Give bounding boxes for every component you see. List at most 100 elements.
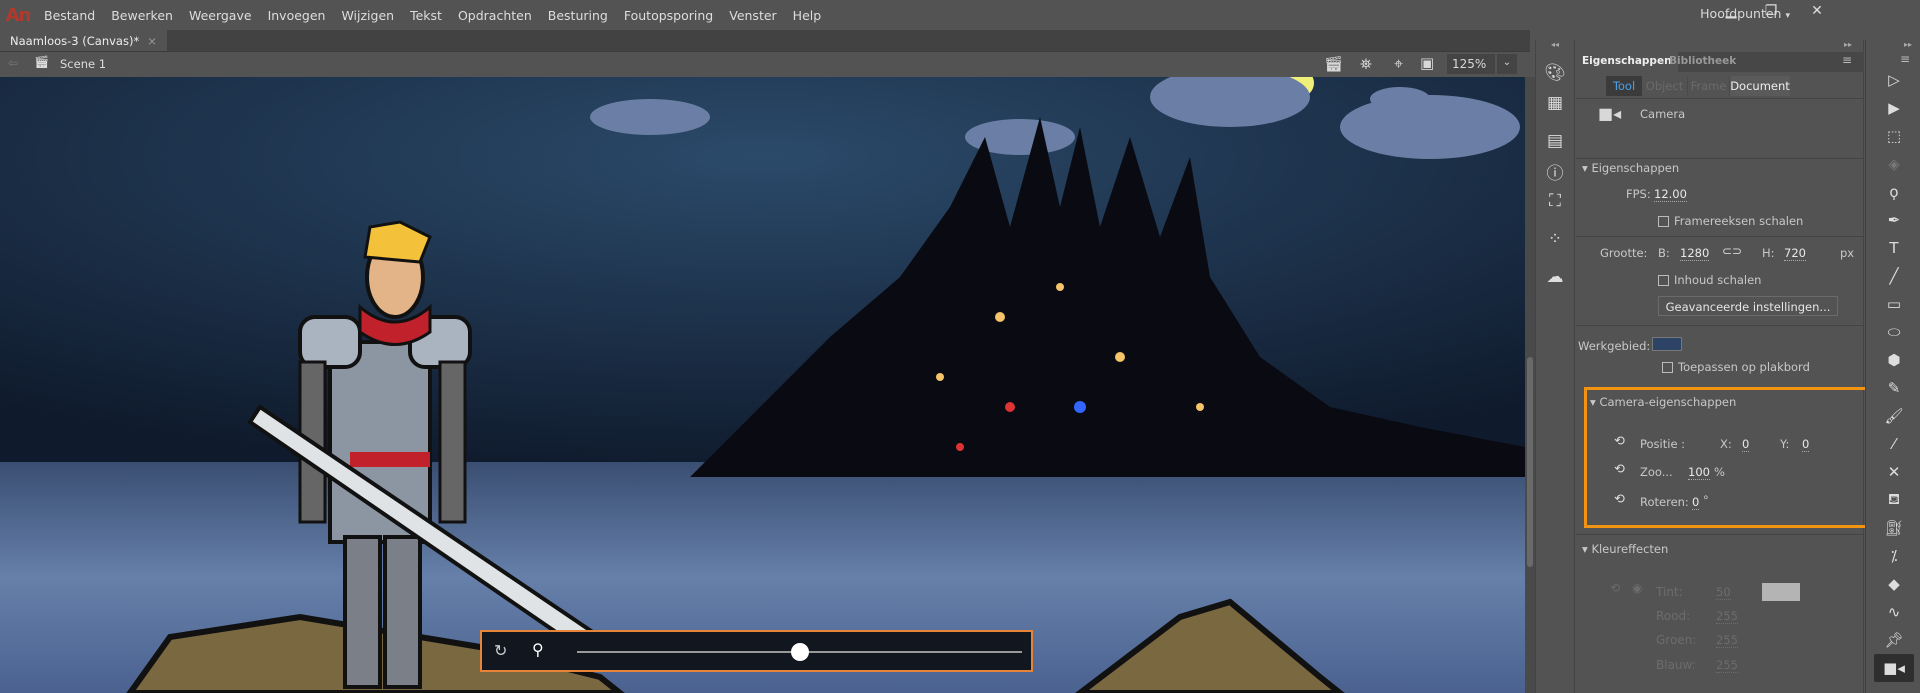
section-color-effects[interactable]: ▾ Kleureffecten (1582, 542, 1668, 556)
info-icon[interactable]: ⓘ (1536, 156, 1574, 186)
menu-bewerken[interactable]: Bewerken (103, 8, 181, 23)
menu-tekst[interactable]: Tekst (402, 8, 450, 23)
tools-menu-icon[interactable]: ≡ (1866, 52, 1920, 66)
stage-canvas[interactable]: ↻ ⚲ (0, 77, 1525, 693)
edit-scene-icon[interactable]: 🎬︎ (1324, 55, 1343, 73)
motion-presets-icon[interactable]: ⁘ (1536, 224, 1574, 254)
section-title: Camera-eigenschappen (1599, 395, 1737, 409)
red-label: Rood: (1656, 609, 1691, 623)
camera-zoom-icon[interactable]: ⚲ (532, 640, 544, 659)
link-icon[interactable]: ⊂⊃ (1722, 244, 1742, 258)
camera-zoom-input[interactable]: 100 (1688, 465, 1710, 480)
zoom-label: Zoo... (1640, 465, 1673, 479)
camera-rotate-icon[interactable]: ↻ (494, 641, 507, 660)
paint-brush-tool-icon[interactable]: 🖌︎ (1874, 402, 1914, 430)
camera-rotate-input[interactable]: 0 (1692, 495, 1700, 510)
reset-rotation-icon[interactable]: ⟲ (1614, 492, 1625, 507)
menu-wijzigen[interactable]: Wijzigen (333, 8, 402, 23)
center-stage-icon[interactable]: ⌖ (1394, 54, 1403, 74)
align-icon[interactable]: ▤ (1536, 126, 1574, 156)
tab-bibliotheek[interactable]: Bibliotheek (1669, 55, 1736, 67)
checkbox[interactable] (1658, 275, 1669, 286)
swatches-icon[interactable]: ▦ (1536, 88, 1574, 118)
advanced-settings-button[interactable]: Geavanceerde instellingen... (1658, 296, 1838, 316)
menu-besturing[interactable]: Besturing (540, 8, 616, 23)
bone-tool-icon[interactable]: ✕ (1874, 458, 1914, 486)
apply-pasteboard-checkbox[interactable]: Toepassen op plakbord (1662, 360, 1810, 374)
clip-content-icon[interactable]: ▣ (1420, 54, 1434, 72)
expand-icon[interactable]: ▸▸ (1576, 40, 1864, 52)
polystar-tool-icon[interactable]: ⬢ (1874, 346, 1914, 374)
width-input[interactable]: 1280 (1680, 246, 1710, 261)
subselection-tool-icon[interactable]: ▶ (1874, 94, 1914, 122)
scrollbar-thumb[interactable] (1527, 357, 1533, 567)
section-camera-properties[interactable]: ▾ Camera-eigenschappen (1590, 395, 1736, 409)
selection-tool-icon[interactable]: ▷ (1874, 66, 1914, 94)
document-tab[interactable]: Naamloos-3 (Canvas)* × (0, 30, 167, 51)
oval-tool-icon[interactable]: ⬭ (1874, 318, 1914, 346)
scale-content-checkbox[interactable]: Inhoud schalen (1658, 273, 1761, 287)
width-tool-icon[interactable]: ∿ (1874, 598, 1914, 626)
menu-help[interactable]: Help (785, 8, 830, 23)
minimize-button[interactable]: ▁ (1714, 3, 1748, 25)
edit-symbols-icon[interactable]: ⛯ (1360, 55, 1372, 73)
checkbox[interactable] (1662, 362, 1673, 373)
reset-zoom-icon[interactable]: ⟲ (1614, 462, 1625, 477)
vertical-scrollbar[interactable] (1525, 77, 1535, 693)
3d-rotation-tool-icon[interactable]: ◈ (1874, 150, 1914, 178)
transform-icon[interactable]: ⛶ (1536, 186, 1574, 216)
height-label: H: (1762, 246, 1775, 260)
camera-y-input[interactable]: 0 (1802, 437, 1810, 452)
blue-label: Blauw: (1656, 658, 1696, 672)
subtab-frame[interactable]: Frame (1688, 76, 1730, 96)
close-icon[interactable]: × (147, 34, 157, 48)
panel-menu-icon[interactable]: ≡ (1842, 53, 1852, 67)
close-window-button[interactable]: ✕ (1800, 3, 1834, 25)
text-tool-icon[interactable]: T (1874, 234, 1914, 262)
menu-foutopsporing[interactable]: Foutopsporing (616, 8, 721, 23)
eyedropper-tool-icon[interactable]: ⁒ (1874, 542, 1914, 570)
ink-bottle-tool-icon[interactable]: ⛽︎ (1874, 514, 1914, 542)
eraser-tool-icon[interactable]: ◆ (1874, 570, 1914, 598)
collapse-icon[interactable]: ◂◂ (1536, 40, 1574, 50)
camera-tool-icon[interactable]: ■◂ (1874, 654, 1914, 682)
panel-subtabs: Tool Object Frame Document (1606, 76, 1790, 96)
x-label: X: (1720, 437, 1732, 451)
zoom-input[interactable]: 125% (1447, 54, 1495, 74)
height-input[interactable]: 720 (1784, 246, 1806, 261)
reset-position-icon[interactable]: ⟲ (1614, 434, 1625, 449)
line-tool-icon[interactable]: ╱ (1874, 262, 1914, 290)
lasso-tool-icon[interactable]: ϙ (1874, 178, 1914, 206)
subtab-tool[interactable]: Tool (1606, 76, 1642, 96)
menu-opdrachten[interactable]: Opdrachten (450, 8, 540, 23)
subtab-document[interactable]: Document (1730, 76, 1790, 96)
scale-spans-checkbox[interactable]: Framereeksen schalen (1658, 214, 1803, 228)
paint-bucket-tool-icon[interactable]: ⛾ (1874, 486, 1914, 514)
checkbox[interactable] (1658, 216, 1669, 227)
menu-invoegen[interactable]: Invoegen (260, 8, 334, 23)
camera-zoom-slider-handle[interactable] (790, 643, 809, 661)
back-arrow-icon[interactable]: ⇦ (8, 56, 18, 70)
menu-venster[interactable]: Venster (721, 8, 784, 23)
color-palette-icon[interactable]: 🎨︎ (1536, 58, 1574, 88)
section-eigenschappen[interactable]: ▾ Eigenschappen (1582, 161, 1679, 175)
pencil-tool-icon[interactable]: ✎ (1874, 374, 1914, 402)
stage-color-swatch[interactable] (1652, 337, 1682, 351)
camera-x-input[interactable]: 0 (1742, 437, 1750, 452)
fps-input[interactable]: 12.00 (1654, 187, 1687, 202)
zoom-dropdown-chevron-icon[interactable]: ⌄ (1497, 54, 1517, 74)
tab-eigenschappen[interactable]: Eigenschappen (1576, 52, 1678, 72)
menu-bestand[interactable]: Bestand (36, 8, 103, 23)
document-tab-label: Naamloos-3 (Canvas)* (10, 33, 140, 48)
asset-warp-tool-icon[interactable]: 📌︎ (1874, 626, 1914, 654)
menu-weergave[interactable]: Weergave (181, 8, 260, 23)
pen-tool-icon[interactable]: ✒ (1874, 206, 1914, 234)
brush-tool-icon[interactable]: ⁄ (1874, 430, 1914, 458)
expand-tools-icon[interactable]: ▸▸ (1866, 40, 1920, 52)
restore-button[interactable]: ❐ (1754, 3, 1788, 25)
subtab-object[interactable]: Object (1642, 76, 1688, 96)
free-transform-tool-icon[interactable]: ⬚ (1874, 122, 1914, 150)
rectangle-tool-icon[interactable]: ▭ (1874, 290, 1914, 318)
creative-cloud-icon[interactable]: ☁ (1536, 262, 1574, 292)
section-title: Kleureffecten (1591, 542, 1669, 556)
